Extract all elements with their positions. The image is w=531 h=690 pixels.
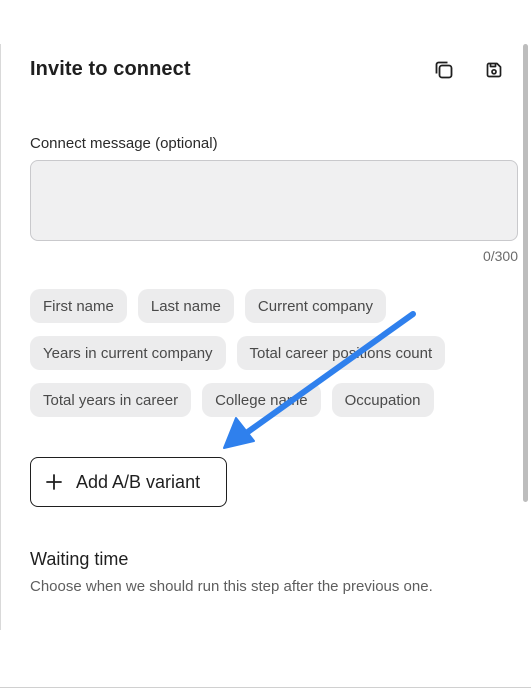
- chip-total-years-in-career[interactable]: Total years in career: [30, 383, 192, 417]
- step-title: Invite to connect: [30, 58, 191, 80]
- add-ab-variant-label: Add A/B variant: [76, 471, 201, 492]
- panel-left-border: [0, 44, 1, 630]
- connect-message-input[interactable]: [30, 160, 518, 241]
- save-button[interactable]: [482, 58, 506, 82]
- plus-icon: [46, 474, 62, 490]
- chip-occupation[interactable]: Occupation: [331, 383, 434, 417]
- save-icon: [486, 62, 502, 78]
- copy-button[interactable]: [432, 58, 456, 82]
- bottom-divider: [0, 687, 531, 688]
- invite-step-panel: Invite to connect Connect message (optio…: [0, 0, 531, 690]
- chip-last-name[interactable]: Last name: [137, 289, 234, 323]
- variable-chips: First name Last name Current company Yea…: [30, 289, 500, 417]
- chip-total-career-positions-count[interactable]: Total career positions count: [236, 336, 446, 370]
- add-ab-variant-button[interactable]: Add A/B variant: [30, 457, 227, 507]
- waiting-time-description: Choose when we should run this step afte…: [30, 578, 433, 595]
- chip-current-company[interactable]: Current company: [244, 289, 386, 323]
- character-counter: 0/300: [482, 248, 518, 264]
- chip-college-name[interactable]: College name: [202, 383, 321, 417]
- connect-message-label: Connect message (optional): [30, 135, 218, 152]
- chip-years-in-current-company[interactable]: Years in current company: [30, 336, 226, 370]
- chip-first-name[interactable]: First name: [30, 289, 127, 323]
- scrollbar[interactable]: [523, 44, 528, 502]
- waiting-time-heading: Waiting time: [30, 549, 129, 569]
- copy-icon: [435, 61, 453, 79]
